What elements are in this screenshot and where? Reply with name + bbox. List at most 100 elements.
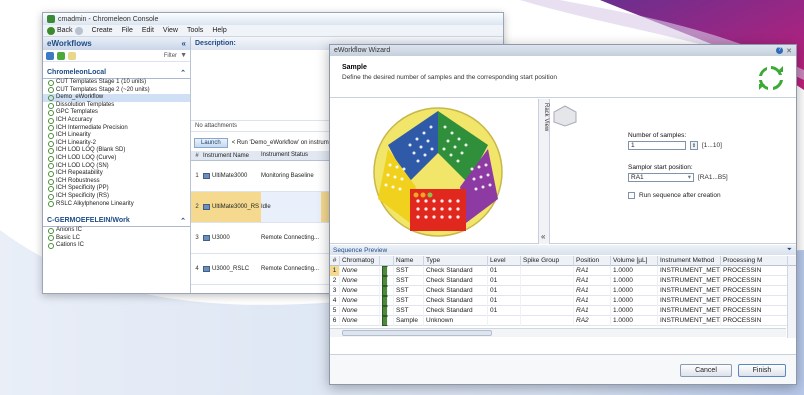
list-item[interactable]: Anions IC [43, 227, 190, 235]
panel-toolbar: Filter ▼ [43, 50, 190, 62]
filter-label[interactable]: Filter [164, 53, 177, 59]
column-header[interactable]: Processing M [721, 255, 788, 266]
list-item[interactable]: ICH Accuracy [43, 117, 190, 125]
group-collapse-icon[interactable]: ⌃ [180, 69, 186, 77]
workflow-name: ICH Linearity [56, 132, 91, 139]
workflow-icon [48, 235, 54, 242]
panel-title: eWorkflows [47, 39, 92, 48]
row-number: 2 [195, 204, 199, 210]
list-item[interactable]: Dissolution Templates [43, 102, 190, 110]
table-row[interactable]: 5 None SST Check Standard 01 RA1 1.0000 INSTRUM… [330, 305, 796, 316]
table-cell: 01 [488, 305, 521, 316]
list-item[interactable]: Demo_eWorkflow [43, 94, 190, 102]
column-header[interactable]: Instrument Method [658, 255, 721, 266]
list-item[interactable]: ICH LOD LOQ (Curve) [43, 155, 190, 163]
column-header[interactable]: Volume [µL] [611, 255, 658, 266]
list-item[interactable]: ICH Robustness [43, 178, 190, 186]
collapse-preview-icon[interactable]: ⏷ [787, 246, 792, 254]
horizontal-scrollbar[interactable] [330, 328, 786, 337]
run-hint: < Run 'Demo_eWorkflow' on instrum [231, 140, 329, 146]
table-cell: SST [394, 275, 424, 286]
table-cell: 3 [330, 285, 340, 296]
table-cell: 5 [330, 305, 340, 316]
table-row[interactable]: 4 None SST Check Standard 01 RA1 1.0000 INSTRUM… [330, 295, 796, 306]
cancel-button[interactable]: Cancel [680, 364, 732, 377]
table-row[interactable]: 2 None SST Check Standard 01 RA1 1.0000 INSTRUM… [330, 275, 796, 286]
menu-help[interactable]: Help [212, 27, 226, 34]
forward-arrow-icon[interactable] [74, 26, 83, 35]
list-item[interactable]: Basic LC [43, 235, 190, 243]
vial-cell [380, 265, 394, 276]
group-chromeleonlocal[interactable]: ChromeleonLocal ⌃ [43, 62, 190, 79]
run-after-checkbox[interactable] [628, 192, 635, 199]
sampler-rack-graphic[interactable] [370, 105, 506, 239]
list-item[interactable]: CUT Templates Stage 1 (10 units) [43, 79, 190, 87]
table-cell: RA1 [574, 295, 611, 306]
wizard-title: eWorkflow Wizard [334, 47, 391, 54]
collapse-panel-icon[interactable]: « [182, 39, 186, 48]
finish-button[interactable]: Finish [738, 364, 786, 377]
star-icon[interactable] [68, 51, 76, 60]
column-header[interactable]: Position [574, 255, 611, 266]
list-item[interactable]: ICH Linearity-2 [43, 140, 190, 148]
workflow-icon [48, 117, 54, 124]
menu-view[interactable]: View [163, 27, 178, 34]
list-item[interactable]: ICH LOD LOQ (Blank SD) [43, 147, 190, 155]
instrument-icon [203, 173, 210, 179]
instrument-name-text: U3000_RSLC [212, 266, 250, 272]
launch-button[interactable]: Launch [194, 138, 228, 148]
menu-file[interactable]: File [122, 27, 133, 34]
menu-edit[interactable]: Edit [142, 27, 154, 34]
menu-create[interactable]: Create [92, 27, 113, 34]
list-item[interactable]: ICH Linearity [43, 132, 190, 140]
column-header[interactable]: Chromatog [340, 255, 380, 266]
new-icon[interactable] [46, 51, 54, 60]
list-item[interactable]: Cations IC [43, 242, 190, 250]
column-header[interactable]: Name [394, 255, 424, 266]
column-header[interactable]: Type [424, 255, 488, 266]
workflow-name: ICH LOD LOQ (Blank SD) [56, 147, 126, 154]
workflow-name: Cations IC [56, 242, 85, 249]
list-item[interactable]: ICH LOD LOQ (SN) [43, 163, 190, 171]
close-icon[interactable]: ✕ [786, 47, 792, 55]
console-titlebar: cmadmin - Chromeleon Console [43, 13, 503, 25]
filter-icon[interactable]: ▼ [180, 52, 187, 59]
column-header[interactable]: Spike Group [521, 255, 574, 266]
help-icon[interactable]: ? [776, 47, 784, 54]
refresh-icon[interactable] [57, 51, 65, 60]
num-samples-spinner[interactable]: ⇕ [690, 141, 698, 150]
table-cell: Sample [394, 315, 424, 326]
list-item[interactable]: CUT Templates Stage 2 (~20 units) [43, 87, 190, 95]
list-item[interactable]: RSLC Alkylphenone Linearity [43, 201, 190, 209]
instrument-status: Idle [261, 192, 321, 222]
num-samples-range: [1...10] [702, 142, 722, 149]
vertical-scrollbar[interactable] [787, 266, 796, 338]
table-row[interactable]: 3 None SST Check Standard 01 RA1 1.0000 INSTRUM… [330, 285, 796, 296]
list-item[interactable]: ICH Repeatability [43, 170, 190, 178]
group-work[interactable]: C-GERMOEFELEIN/Work ⌃ [43, 208, 190, 228]
scrollbar-thumb[interactable] [342, 330, 492, 336]
column-header[interactable]: # [330, 255, 340, 266]
table-row[interactable]: 6 None Sample Unknown RA2 1.0000 INSTRUMENT_ME… [330, 315, 796, 326]
start-position-select[interactable]: RA1 ▾ [628, 173, 694, 182]
start-position-range: [RA1...B5] [698, 174, 728, 181]
back-button[interactable]: Back [47, 26, 83, 35]
table-cell: None [340, 265, 380, 276]
group-collapse-icon[interactable]: ⌃ [180, 217, 186, 225]
collapse-rack-icon[interactable]: « [541, 232, 545, 241]
table-cell: Check Standard [424, 295, 488, 306]
table-cell: None [340, 275, 380, 286]
workflow-name: ICH Repeatability [56, 170, 103, 177]
num-samples-input[interactable]: 1 [628, 141, 686, 150]
list-item[interactable]: GPC Templates [43, 109, 190, 117]
list-item[interactable]: ICH Intermediate Precision [43, 125, 190, 133]
instrument-name: UltiMate3000 [203, 173, 261, 179]
column-header[interactable]: Level [488, 255, 521, 266]
table-row[interactable]: 1 None SST Check Standard 01 RA1 1.0000 INSTRUM… [330, 265, 796, 276]
table-cell: PROCESSIN [721, 305, 788, 316]
list-item[interactable]: ICH Specificity (PP) [43, 185, 190, 193]
menu-tools[interactable]: Tools [187, 27, 203, 34]
list-item[interactable]: ICH Specificity (RS) [43, 193, 190, 201]
rack-view-tab[interactable]: Rack View [538, 99, 550, 244]
table-cell: RA2 [574, 315, 611, 326]
